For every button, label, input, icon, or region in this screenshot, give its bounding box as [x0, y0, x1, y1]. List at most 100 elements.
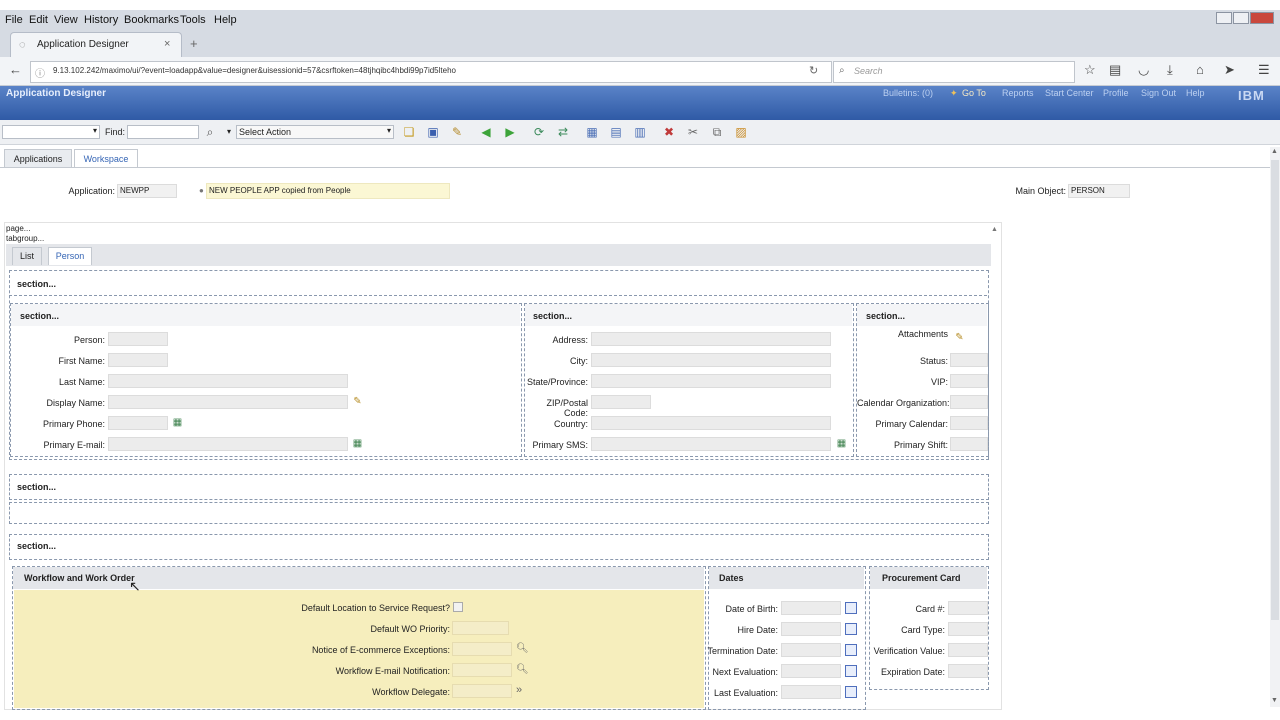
menu-bookmarks[interactable]: Bookmarks — [124, 14, 179, 26]
termination-date-field[interactable] — [781, 643, 841, 657]
section-2-body[interactable] — [9, 502, 989, 524]
scroll-down-arrow-icon[interactable]: ▼ — [1271, 697, 1278, 704]
cut-icon[interactable]: ✂ — [686, 125, 700, 139]
address-field[interactable] — [591, 332, 831, 346]
last-evaluation-field[interactable] — [781, 685, 841, 699]
lookup-icon[interactable]: 🔍︎ — [516, 643, 529, 654]
calendar-icon[interactable] — [845, 665, 857, 677]
menu-view[interactable]: View — [54, 14, 78, 26]
start-center-link[interactable]: Start Center — [1045, 88, 1094, 98]
display-name-field[interactable] — [108, 395, 348, 409]
home-icon[interactable]: ⌂ — [1196, 62, 1204, 77]
url-bar[interactable]: ⓘ 9.13.102.242/maximo/ui/?event=loadapp&… — [30, 61, 832, 83]
export-icon[interactable]: ⇄ — [556, 125, 570, 139]
next-evaluation-field[interactable] — [781, 664, 841, 678]
application-description[interactable]: NEW PEOPLE APP copied from People — [206, 183, 450, 199]
last-name-field[interactable] — [108, 374, 348, 388]
profile-link[interactable]: Profile — [1103, 88, 1129, 98]
default-location-checkbox[interactable] — [453, 602, 463, 612]
city-field[interactable] — [591, 353, 831, 367]
menu-file[interactable]: File — [5, 14, 23, 26]
tab-list[interactable]: List — [12, 247, 42, 265]
tab-applications[interactable]: Applications — [4, 149, 72, 168]
default-wo-priority-field[interactable] — [452, 621, 509, 635]
menu-tools[interactable]: Tools — [180, 14, 206, 26]
pocket-icon[interactable]: ◡ — [1138, 62, 1149, 78]
browser-search-input[interactable]: ⌕ Search — [833, 61, 1075, 83]
maximize-button[interactable] — [1233, 12, 1249, 24]
country-field[interactable] — [591, 416, 831, 430]
vip-field[interactable] — [950, 374, 988, 388]
browser-tab[interactable]: ◌ Application Designer × — [10, 32, 182, 58]
scroll-up-arrow-icon[interactable]: ▲ — [1271, 148, 1278, 155]
next-icon[interactable]: ▶ — [503, 125, 517, 139]
search-icon[interactable]: ⌕ — [203, 125, 217, 139]
send-icon[interactable]: ➤ — [1224, 62, 1235, 78]
procurement-title[interactable]: Procurement Card — [882, 573, 961, 583]
section-col1-label[interactable]: section... — [20, 311, 59, 321]
section-2-label[interactable]: section... — [17, 482, 56, 492]
new-icon[interactable]: ❏ — [402, 125, 416, 139]
section-3[interactable] — [9, 534, 989, 560]
paste-icon[interactable]: ▨ — [734, 125, 748, 139]
save-icon[interactable]: ▣ — [426, 125, 440, 139]
copy-icon[interactable]: ⧉ — [710, 125, 724, 139]
section-col2-label[interactable]: section... — [533, 311, 572, 321]
help-link[interactable]: Help — [1186, 88, 1205, 98]
tab-workspace[interactable]: Workspace — [74, 149, 138, 168]
tab-person[interactable]: Person — [48, 247, 92, 265]
section-label[interactable]: section... — [17, 279, 56, 289]
menu-help[interactable]: Help — [214, 14, 237, 26]
menu-edit[interactable]: Edit — [29, 14, 48, 26]
state-field[interactable] — [591, 374, 831, 388]
lookup-icon[interactable]: 🔍︎ — [516, 664, 529, 675]
close-tab-icon[interactable]: × — [164, 38, 170, 50]
delete-icon[interactable]: ✖ — [662, 125, 676, 139]
calendar-icon[interactable] — [845, 602, 857, 614]
scroll-up-icon[interactable]: ▲ — [991, 226, 998, 233]
card-number-field[interactable] — [948, 601, 988, 615]
primary-shift-field[interactable] — [950, 437, 988, 451]
grid-icon[interactable]: ▦ — [585, 125, 599, 139]
person-field[interactable] — [108, 332, 168, 346]
main-object-field[interactable]: PERSON — [1068, 184, 1130, 198]
previous-icon[interactable]: ◀ — [479, 125, 493, 139]
ecommerce-exceptions-field[interactable] — [452, 642, 512, 656]
reading-list-icon[interactable]: ▤ — [1109, 62, 1121, 78]
primary-phone-field[interactable] — [108, 416, 168, 430]
edit-icon[interactable]: ✎ — [450, 125, 464, 139]
calendar-org-field[interactable] — [950, 395, 988, 409]
sms-detail-icon[interactable]: ▦ — [836, 438, 847, 449]
calendar-icon[interactable] — [845, 686, 857, 698]
query-dropdown[interactable]: ▾ — [2, 125, 100, 139]
dates-title[interactable]: Dates — [719, 573, 744, 583]
application-field[interactable]: NEWPP — [117, 184, 177, 198]
hamburger-menu-icon[interactable]: ☰ — [1258, 62, 1270, 78]
reports-link[interactable]: Reports — [1002, 88, 1034, 98]
section-3-label[interactable]: section... — [17, 541, 56, 551]
primary-email-field[interactable] — [108, 437, 348, 451]
bulletins-link[interactable]: Bulletins: (0) — [883, 88, 933, 98]
bookmark-star-icon[interactable]: ☆ — [1084, 62, 1096, 78]
edit-note-icon[interactable]: ✎ — [352, 396, 363, 407]
tabgroup-control[interactable]: tabgroup... — [6, 234, 44, 243]
section-2[interactable] — [9, 474, 989, 500]
workflow-email-field[interactable] — [452, 663, 512, 677]
layout-icon[interactable]: ▥ — [633, 125, 647, 139]
expiration-date-field[interactable] — [948, 664, 988, 678]
email-detail-icon[interactable]: ▦ — [352, 438, 363, 449]
refresh-icon[interactable]: ⟳ — [532, 125, 546, 139]
verification-value-field[interactable] — [948, 643, 988, 657]
status-field[interactable] — [950, 353, 988, 367]
section-col3-label[interactable]: section... — [866, 311, 905, 321]
detail-menu-icon[interactable]: » — [516, 684, 522, 696]
scrollbar-thumb[interactable] — [1271, 160, 1279, 620]
goto-link[interactable]: Go To — [962, 88, 986, 98]
page-control[interactable]: page... — [6, 224, 30, 233]
zip-field[interactable] — [591, 395, 651, 409]
calendar-icon[interactable] — [845, 644, 857, 656]
menu-history[interactable]: History — [84, 14, 118, 26]
select-action-dropdown[interactable]: Select Action ▾ — [236, 125, 394, 139]
close-window-button[interactable] — [1250, 12, 1274, 24]
card-type-field[interactable] — [948, 622, 988, 636]
